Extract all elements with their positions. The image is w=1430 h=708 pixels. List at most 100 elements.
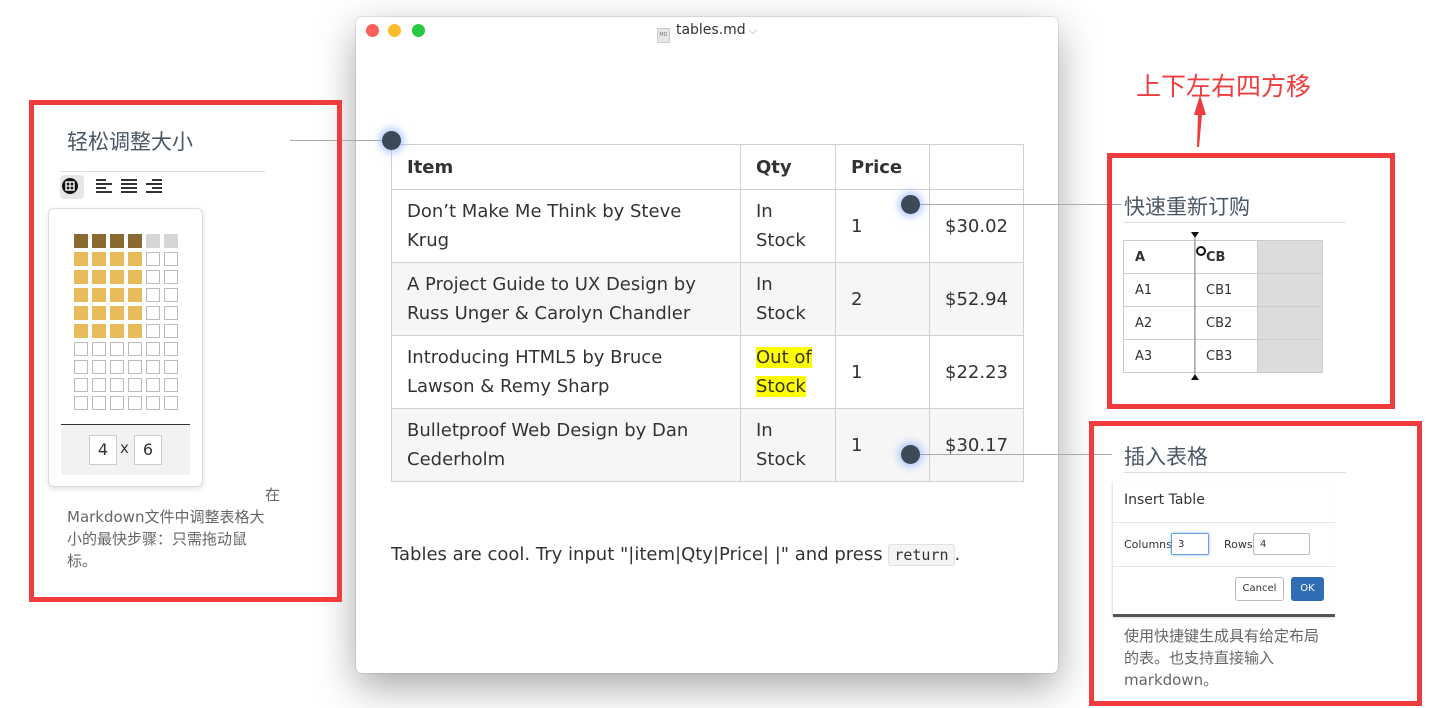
cell-qty[interactable]: In Stock — [740, 189, 836, 263]
header-cell-item[interactable]: Item — [391, 144, 741, 190]
size-grid-cell[interactable] — [74, 234, 88, 248]
size-grid-cell[interactable] — [164, 360, 178, 374]
size-grid-cell[interactable] — [146, 234, 160, 248]
size-grid-cell[interactable] — [110, 288, 124, 302]
cell-price[interactable]: 1 — [835, 408, 930, 482]
size-grid-cell[interactable] — [92, 270, 106, 284]
align-right-icon[interactable] — [146, 179, 162, 193]
size-grid-cell[interactable] — [92, 306, 106, 320]
size-grid-cell[interactable] — [146, 270, 160, 284]
align-center-icon[interactable] — [121, 179, 137, 193]
size-grid-cell[interactable] — [110, 306, 124, 320]
size-grid-cell[interactable] — [110, 360, 124, 374]
size-grid-cell[interactable] — [146, 360, 160, 374]
markdown-table[interactable]: Item Qty Price Don’t Make Me Think by St… — [391, 144, 1024, 482]
column-drag-handle-icon[interactable] — [1188, 232, 1208, 380]
cell-item[interactable]: A Project Guide to UX Design by Russ Ung… — [391, 262, 741, 336]
size-grid-cell[interactable] — [128, 360, 142, 374]
cell-total[interactable]: $30.17 — [929, 408, 1024, 482]
size-grid-cell[interactable] — [164, 378, 178, 392]
size-grid-cell[interactable] — [146, 306, 160, 320]
mini-cell[interactable]: A2 — [1123, 306, 1195, 340]
table-resize-icon[interactable] — [60, 175, 84, 199]
size-grid-cell[interactable] — [164, 234, 178, 248]
size-grid-cell[interactable] — [110, 378, 124, 392]
mini-cell[interactable]: A3 — [1123, 339, 1195, 373]
size-grid-cell[interactable] — [74, 324, 88, 338]
cell-price[interactable]: 1 — [835, 335, 930, 409]
columns-input[interactable]: 3 — [1171, 533, 1209, 555]
size-grid-cell[interactable] — [74, 288, 88, 302]
size-grid-cell[interactable] — [164, 396, 178, 410]
size-grid-cell[interactable] — [164, 324, 178, 338]
size-grid-cell[interactable] — [92, 288, 106, 302]
size-grid-cell[interactable] — [92, 360, 106, 374]
size-grid-cell[interactable] — [164, 306, 178, 320]
size-grid-cell[interactable] — [164, 270, 178, 284]
chevron-down-icon[interactable]: ⌵ — [749, 24, 757, 37]
cell-item[interactable]: Introducing HTML5 by Bruce Lawson & Remy… — [391, 335, 741, 409]
document-title[interactable]: MD tables.md ⌵ — [356, 22, 1058, 43]
cell-qty[interactable]: Out of Stock — [740, 335, 836, 409]
size-grid-cell[interactable] — [146, 288, 160, 302]
size-grid-cell[interactable] — [128, 252, 142, 266]
size-grid-cell[interactable] — [128, 396, 142, 410]
reorder-preview-table[interactable]: A CB A1 CB1 A2 CB2 A3 CB3 — [1123, 240, 1323, 373]
size-grid-cell[interactable] — [74, 252, 88, 266]
size-grid-cell[interactable] — [146, 378, 160, 392]
size-grid-cell[interactable] — [74, 396, 88, 410]
size-grid-cell[interactable] — [146, 252, 160, 266]
rows-count-input[interactable]: 6 — [134, 435, 162, 465]
cell-item[interactable]: Don’t Make Me Think by Steve Krug — [391, 189, 741, 263]
size-grid-cell[interactable] — [74, 270, 88, 284]
mini-cell[interactable]: A1 — [1123, 273, 1195, 307]
size-grid-cell[interactable] — [92, 234, 106, 248]
size-grid-cell[interactable] — [146, 324, 160, 338]
size-grid-cell[interactable] — [164, 288, 178, 302]
size-grid-cell[interactable] — [164, 342, 178, 356]
columns-count-input[interactable]: 4 — [89, 435, 117, 465]
size-grid-cell[interactable] — [110, 270, 124, 284]
size-grid-cell[interactable] — [128, 342, 142, 356]
size-grid-cell[interactable] — [146, 342, 160, 356]
size-grid-cell[interactable] — [74, 342, 88, 356]
align-left-icon[interactable] — [96, 179, 112, 193]
size-grid-cell[interactable] — [110, 324, 124, 338]
size-grid-cell[interactable] — [164, 252, 178, 266]
ok-button[interactable]: OK — [1291, 577, 1324, 601]
header-cell-total[interactable] — [929, 144, 1024, 190]
size-grid-cell[interactable] — [92, 324, 106, 338]
size-grid-cell[interactable] — [128, 378, 142, 392]
cell-price[interactable]: 2 — [835, 262, 930, 336]
size-grid-cell[interactable] — [128, 234, 142, 248]
cell-total[interactable]: $22.23 — [929, 335, 1024, 409]
size-grid-cell[interactable] — [92, 396, 106, 410]
cell-item[interactable]: Bulletproof Web Design by Dan Cederholm — [391, 408, 741, 482]
cell-qty[interactable]: In Stock — [740, 408, 836, 482]
size-grid-cell[interactable] — [128, 306, 142, 320]
cell-qty[interactable]: In Stock — [740, 262, 836, 336]
size-grid-cell[interactable] — [110, 342, 124, 356]
size-grid-cell[interactable] — [92, 342, 106, 356]
size-grid-cell[interactable] — [92, 378, 106, 392]
rows-input[interactable]: 4 — [1253, 533, 1310, 555]
size-grid-cell[interactable] — [110, 234, 124, 248]
size-grid-cell[interactable] — [74, 360, 88, 374]
size-grid-cell[interactable] — [74, 378, 88, 392]
size-grid-cell[interactable] — [74, 306, 88, 320]
size-grid-cell[interactable] — [128, 324, 142, 338]
cell-total[interactable]: $52.94 — [929, 262, 1024, 336]
size-grid-cell[interactable] — [128, 270, 142, 284]
size-grid-cell[interactable] — [146, 396, 160, 410]
header-cell-qty[interactable]: Qty — [740, 144, 836, 190]
size-grid-cell[interactable] — [110, 252, 124, 266]
tip-paragraph[interactable]: Tables are cool. Try input "|item|Qty|Pr… — [391, 544, 960, 566]
cell-total[interactable]: $30.02 — [929, 189, 1024, 263]
cancel-button[interactable]: Cancel — [1235, 577, 1284, 601]
size-grid-cell[interactable] — [128, 288, 142, 302]
mini-header-a[interactable]: A — [1123, 240, 1195, 274]
header-cell-price[interactable]: Price — [835, 144, 930, 190]
table-size-picker[interactable]: 4 x 6 — [48, 208, 203, 487]
size-grid-cell[interactable] — [110, 396, 124, 410]
size-grid-cell[interactable] — [92, 252, 106, 266]
